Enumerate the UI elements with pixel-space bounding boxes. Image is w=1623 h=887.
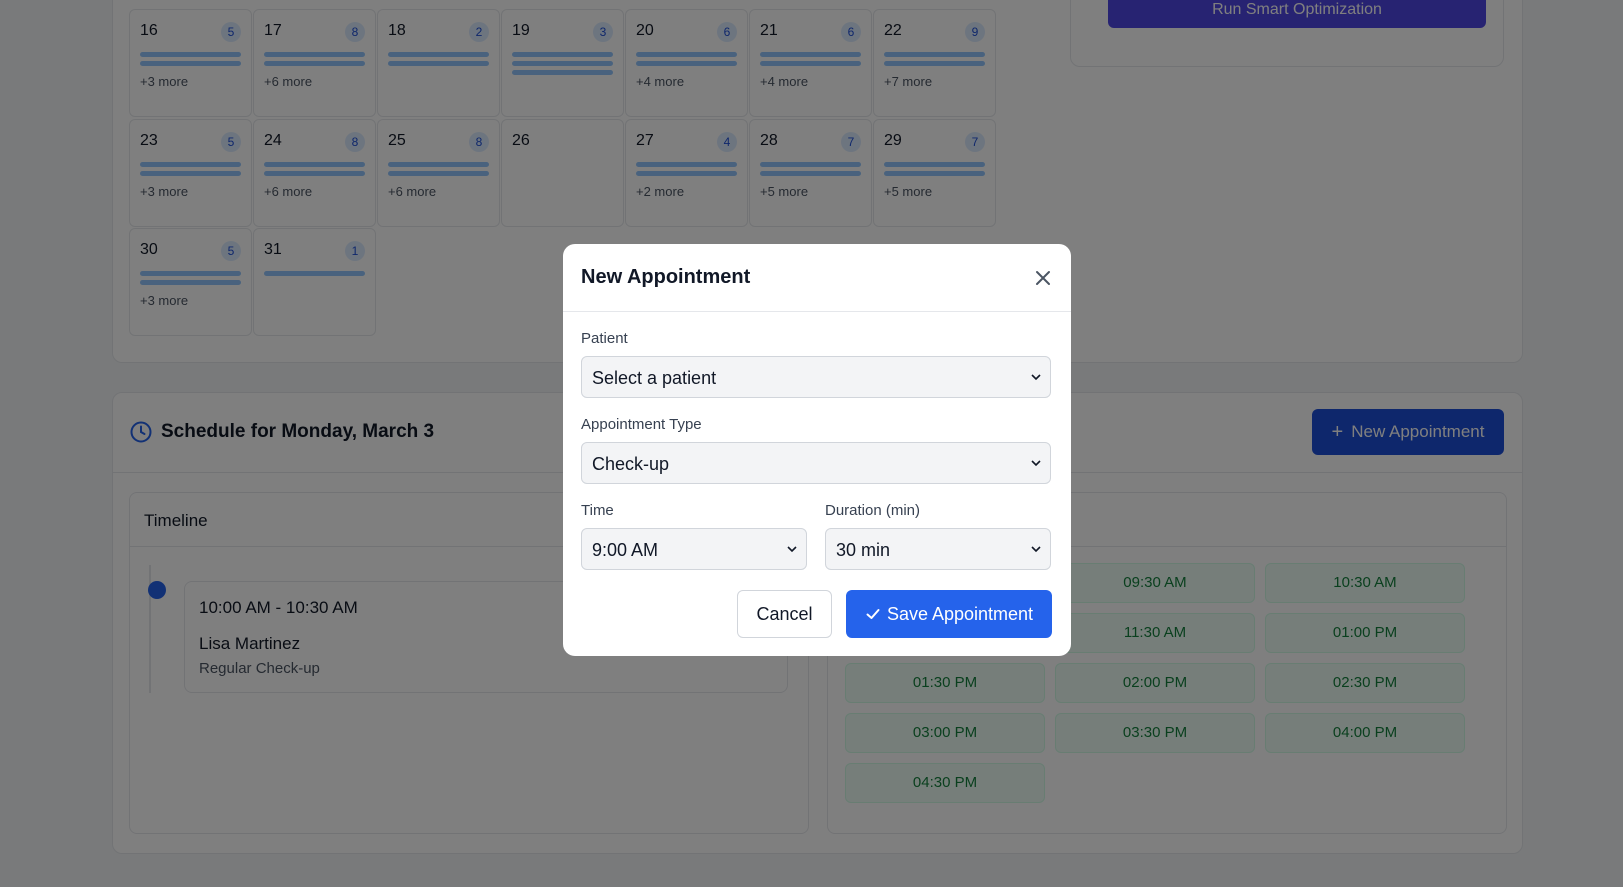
patient-label: Patient (581, 330, 628, 347)
duration-select-value: 30 min (836, 540, 891, 560)
chevron-down-icon (787, 546, 797, 553)
chevron-down-icon (1031, 460, 1041, 467)
chevron-down-icon (1031, 374, 1041, 381)
new-appointment-modal: New Appointment Patient Select a patient… (563, 244, 1071, 656)
patient-select[interactable]: Select a patient (581, 356, 1051, 398)
time-select[interactable]: 9:00 AM (581, 528, 807, 570)
time-select-value: 9:00 AM (592, 540, 659, 560)
save-appointment-label: Save Appointment (886, 603, 1034, 624)
check-icon (866, 609, 880, 619)
cancel-button[interactable]: Cancel (737, 590, 832, 638)
time-label: Time (581, 502, 614, 519)
patient-select-value: Select a patient (592, 368, 717, 388)
close-button[interactable] (1031, 266, 1055, 290)
chevron-down-icon (1031, 546, 1041, 553)
save-appointment-button[interactable]: Save Appointment (846, 590, 1052, 638)
duration-select[interactable]: 30 min (825, 528, 1051, 570)
appointment-type-value: Check-up (592, 454, 670, 474)
appointment-type-select[interactable]: Check-up (581, 442, 1051, 484)
duration-label: Duration (min) (825, 502, 921, 519)
modal-header: New Appointment (563, 244, 1071, 312)
modal-title: New Appointment (581, 266, 751, 288)
close-icon (1036, 271, 1050, 285)
appointment-type-label: Appointment Type (581, 416, 702, 433)
